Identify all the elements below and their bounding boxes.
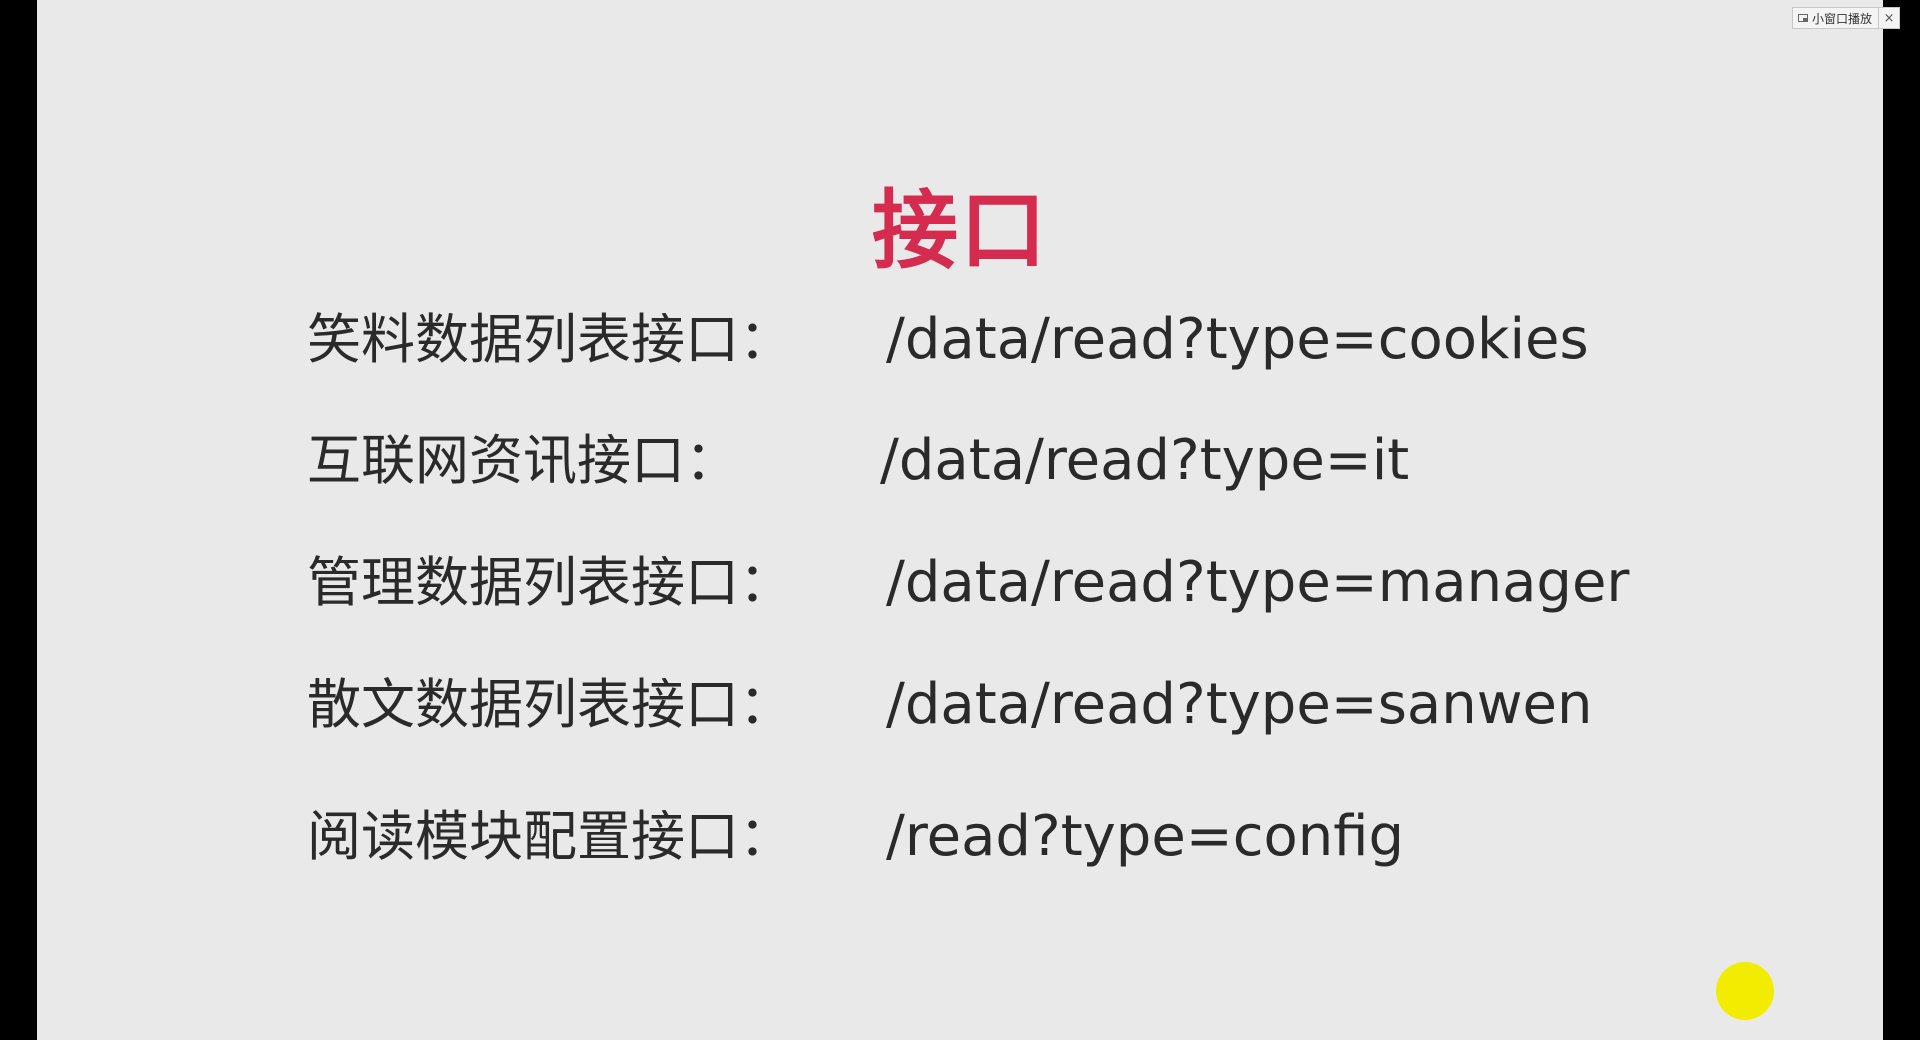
api-path: /data/read?type=it <box>880 428 1410 493</box>
close-icon[interactable]: × <box>1878 8 1899 28</box>
mini-player-toolbar: 小窗口播放 × <box>1792 7 1901 29</box>
api-label: 阅读模块配置接口： <box>307 805 793 868</box>
api-path: /data/read?type=manager <box>886 550 1630 615</box>
video-frame: 接口 笑料数据列表接口： /data/read?type=cookies 互联网… <box>0 0 1920 1040</box>
api-row-config: 阅读模块配置接口： /read?type=config <box>307 797 1707 877</box>
mini-window-label: 小窗口播放 <box>1812 11 1873 26</box>
presentation-slide: 接口 笑料数据列表接口： /data/read?type=cookies 互联网… <box>37 0 1883 1040</box>
api-path: /data/read?type=sanwen <box>886 672 1593 737</box>
api-row-sanwen: 散文数据列表接口： /data/read?type=sanwen <box>307 665 1707 745</box>
api-row-manager: 管理数据列表接口： /data/read?type=manager <box>307 543 1707 623</box>
api-path: /read?type=config <box>886 804 1405 869</box>
mini-window-button[interactable]: 小窗口播放 <box>1793 8 1878 28</box>
api-label: 散文数据列表接口： <box>307 673 793 736</box>
api-path: /data/read?type=cookies <box>886 307 1589 372</box>
api-label: 互联网资讯接口： <box>307 429 739 492</box>
mini-window-icon <box>1798 14 1808 22</box>
slide-title: 接口 <box>872 181 1048 281</box>
api-row-cookies: 笑料数据列表接口： /data/read?type=cookies <box>307 300 1707 380</box>
api-row-it: 互联网资讯接口： /data/read?type=it <box>307 421 1707 501</box>
api-label: 管理数据列表接口： <box>307 551 793 614</box>
api-label: 笑料数据列表接口： <box>307 308 793 371</box>
cursor-highlight <box>1716 962 1774 1020</box>
